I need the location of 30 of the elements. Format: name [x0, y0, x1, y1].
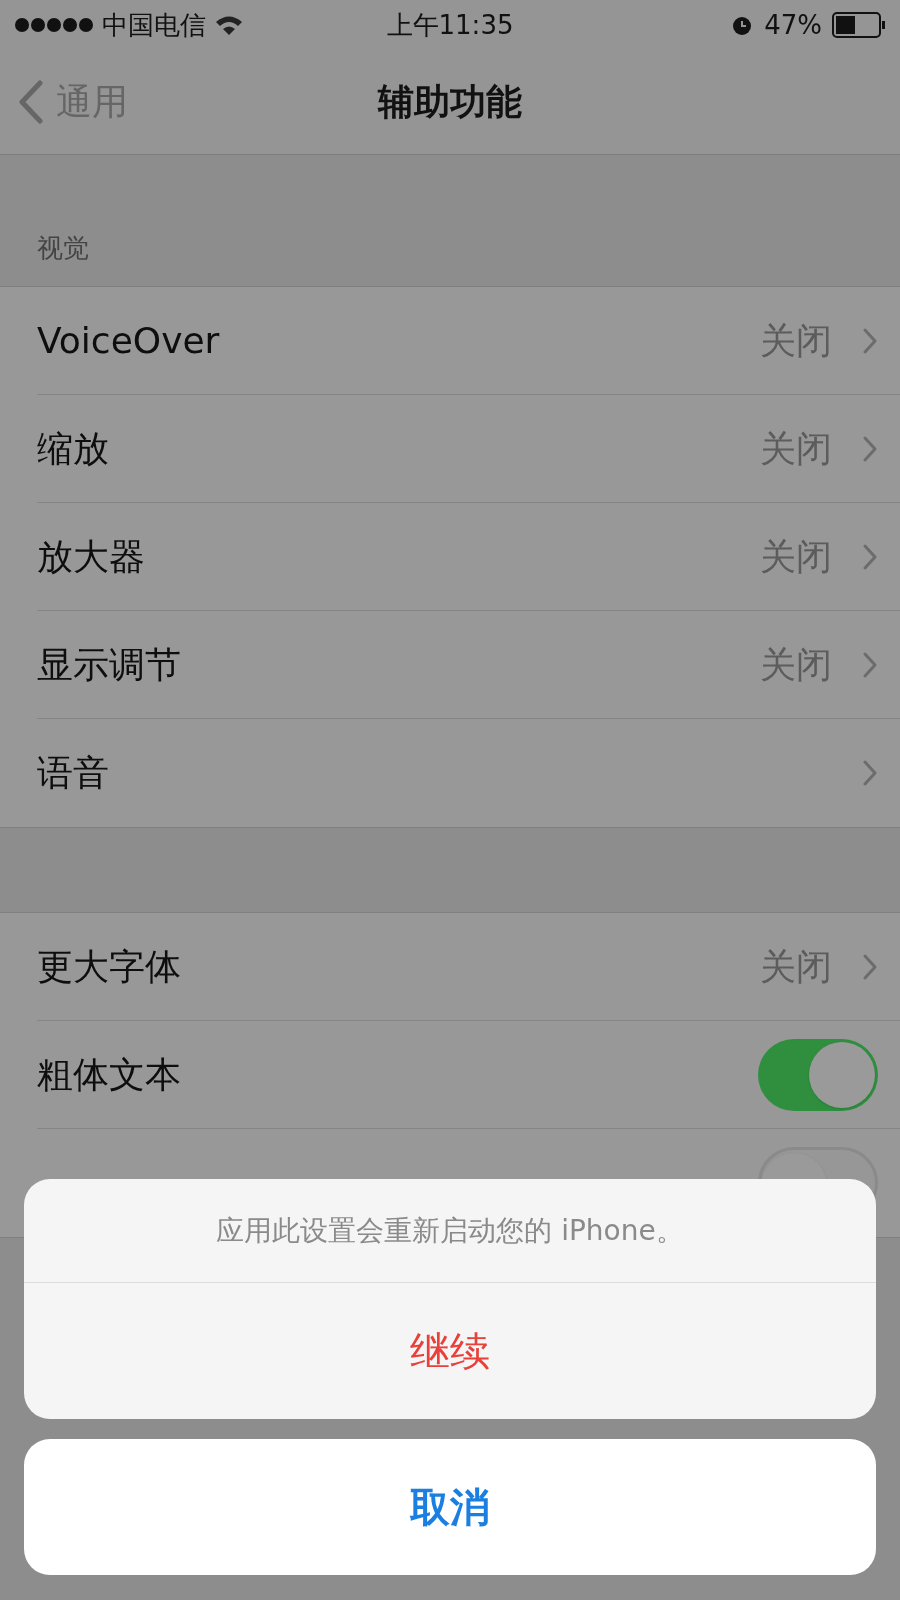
page-title: 辅助功能: [378, 80, 522, 124]
row-label: 粗体文本: [37, 1053, 181, 1097]
row-value: 关闭: [760, 643, 832, 687]
chevron-icon: [862, 435, 878, 463]
row-label: 缩放: [37, 427, 109, 471]
back-chevron-icon: [18, 80, 44, 124]
continue-button[interactable]: 继续: [24, 1283, 876, 1419]
chevron-icon: [862, 953, 878, 981]
row-value: 关闭: [760, 319, 832, 363]
row-value: 关闭: [760, 535, 832, 579]
row-value: 关闭: [760, 945, 832, 989]
cancel-button[interactable]: 取消: [24, 1439, 876, 1575]
row-label: 更大字体: [37, 945, 181, 989]
row-value: 关闭: [760, 427, 832, 471]
clock-time: 上午11:35: [386, 8, 514, 42]
signal-icon: [14, 17, 94, 33]
row-label: 放大器: [37, 535, 145, 579]
section-header: 视觉: [37, 232, 89, 265]
row-label: VoiceOver: [37, 319, 220, 363]
carrier-name: 中国电信: [102, 8, 206, 42]
row-label: 显示调节: [37, 643, 181, 687]
battery-icon: [832, 12, 886, 38]
chevron-icon: [862, 327, 878, 355]
row-label: 语音: [37, 751, 109, 795]
chevron-icon: [862, 759, 878, 787]
chevron-icon: [862, 543, 878, 571]
sheet-message: 应用此设置会重新启动您的 iPhone。: [216, 1212, 684, 1249]
chevron-icon: [862, 651, 878, 679]
wifi-icon: [214, 14, 244, 36]
battery-percent: 47%: [764, 8, 822, 42]
